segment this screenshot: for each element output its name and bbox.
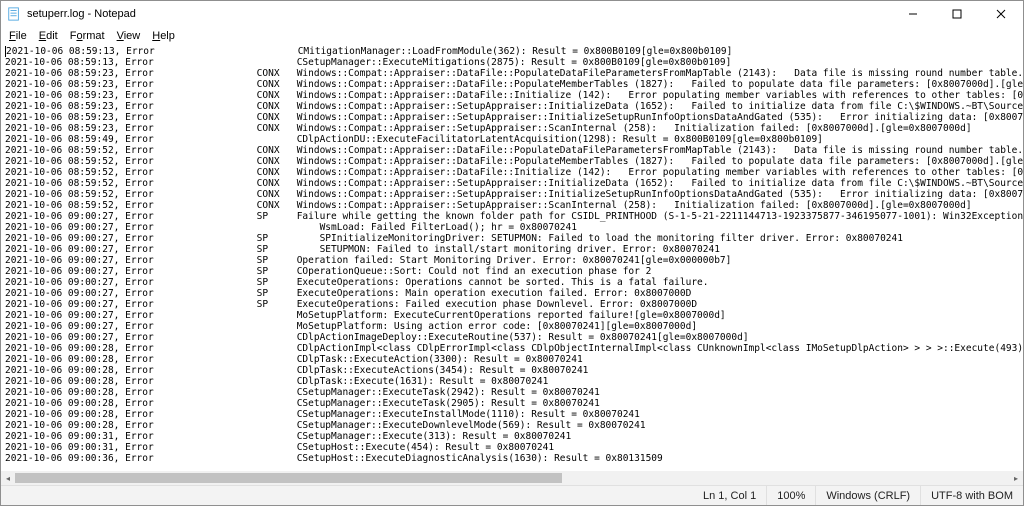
scroll-left-button[interactable]: ◂ [1,471,15,485]
notepad-icon [7,7,21,21]
menu-edit[interactable]: Edit [34,29,63,43]
status-line-ending: Windows (CRLF) [815,486,920,505]
scroll-right-button[interactable]: ▸ [1009,471,1023,485]
title-left: setuperr.log - Notepad [7,7,136,21]
status-zoom: 100% [766,486,815,505]
status-position: Ln 1, Col 1 [693,486,766,505]
text-editor[interactable]: 2021-10-06 08:59:13, Error CMitigationMa… [1,45,1023,471]
window-title: setuperr.log - Notepad [27,8,136,20]
menu-help[interactable]: Help [147,29,180,43]
window-controls [891,1,1023,27]
titlebar[interactable]: setuperr.log - Notepad [1,1,1023,27]
status-encoding: UTF-8 with BOM [920,486,1023,505]
scroll-track[interactable] [15,471,1009,485]
scroll-thumb[interactable] [15,473,562,483]
horizontal-scrollbar[interactable]: ◂ ▸ [1,471,1023,485]
editor-area: 2021-10-06 08:59:13, Error CMitigationMa… [1,45,1023,485]
maximize-button[interactable] [935,1,979,27]
menubar: File Edit Format View Help [1,27,1023,45]
menu-view[interactable]: View [112,29,146,43]
app-window: setuperr.log - Notepad File Edit Format … [0,0,1024,506]
statusbar: Ln 1, Col 1 100% Windows (CRLF) UTF-8 wi… [1,485,1023,505]
close-button[interactable] [979,1,1023,27]
menu-format[interactable]: Format [65,29,110,43]
minimize-button[interactable] [891,1,935,27]
menu-file[interactable]: File [4,29,32,43]
